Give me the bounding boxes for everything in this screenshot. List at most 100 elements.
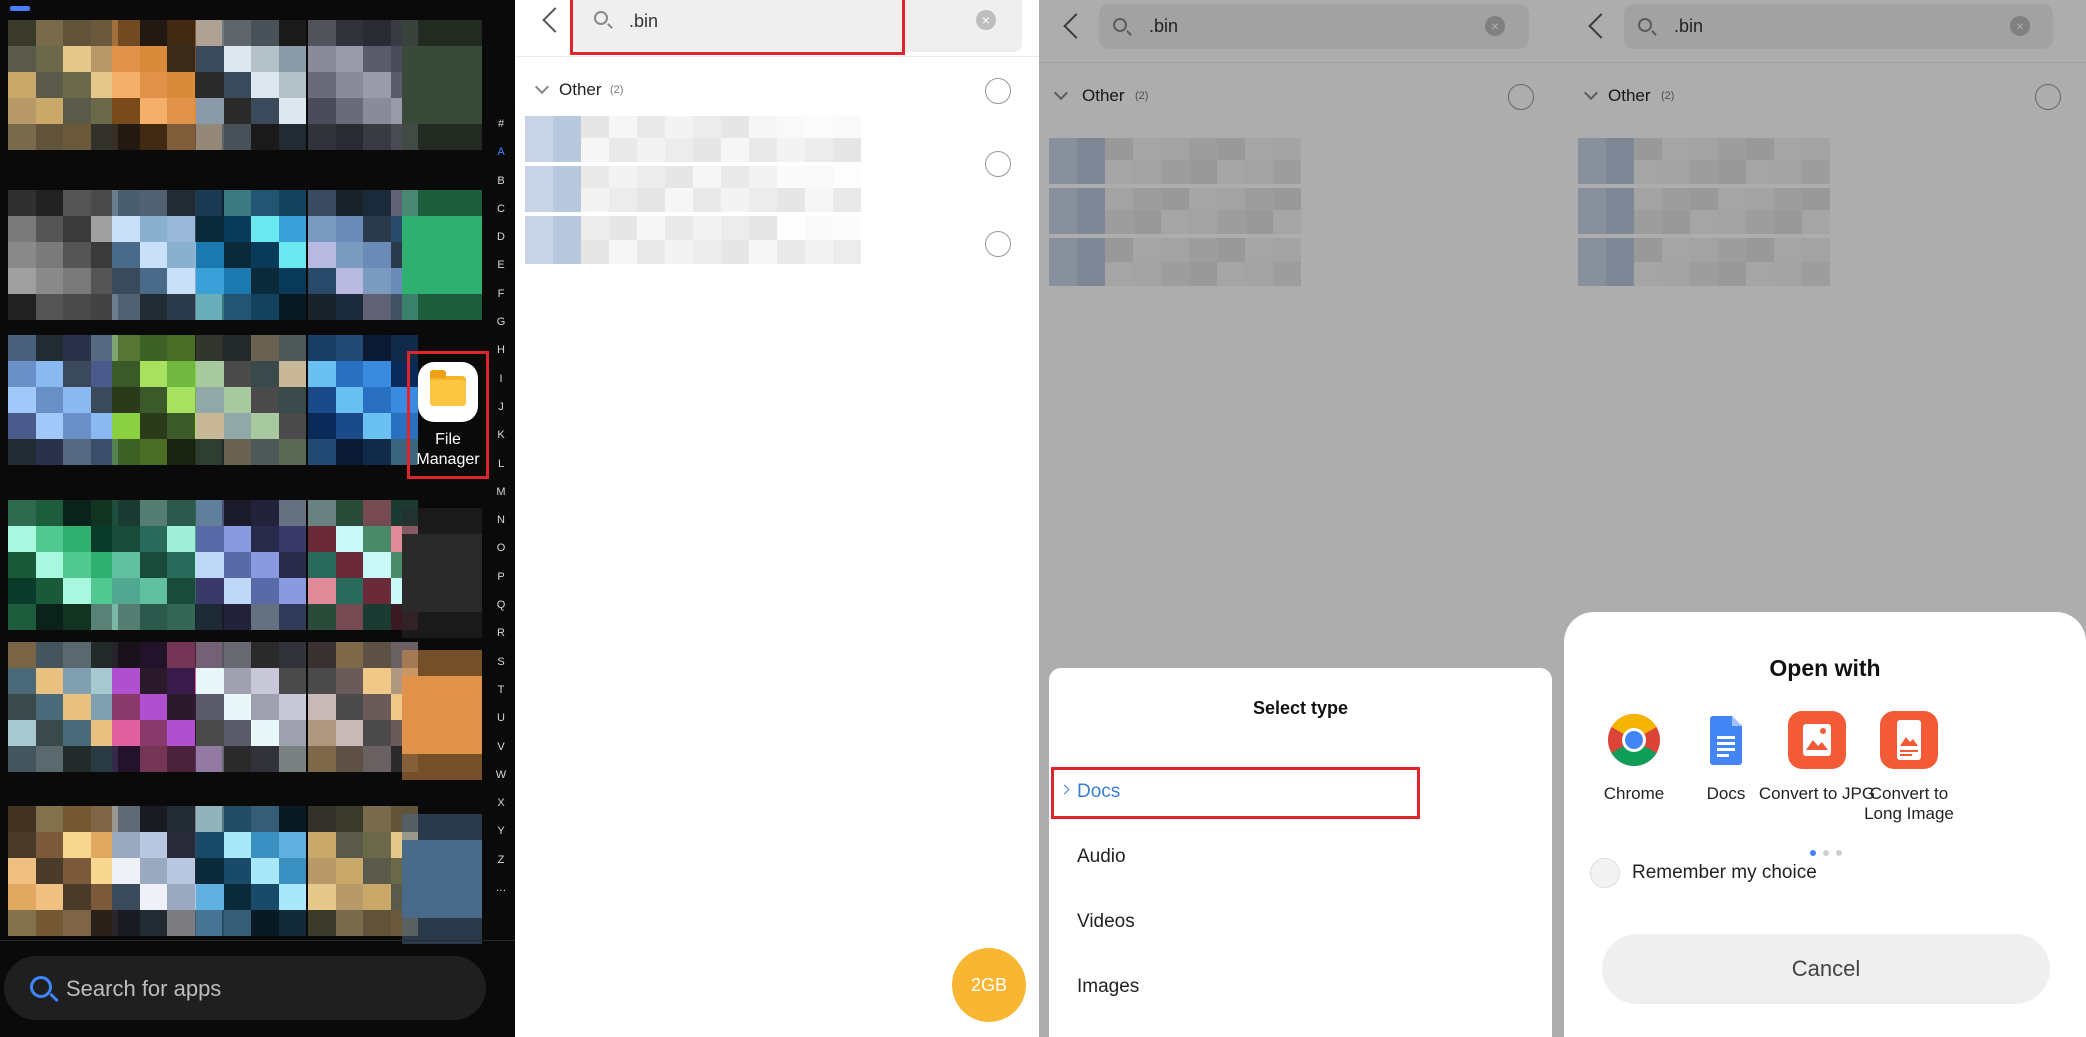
alphabet-letter[interactable]: U bbox=[493, 704, 509, 732]
remember-choice-checkbox[interactable] bbox=[1590, 858, 1620, 888]
app-search-bar[interactable]: Search for apps bbox=[4, 956, 486, 1020]
group-name: Other bbox=[559, 80, 602, 99]
page-dot bbox=[1836, 850, 1842, 856]
type-option-docs[interactable]: Docs bbox=[1077, 781, 1120, 803]
alphabet-letter[interactable]: G bbox=[493, 308, 509, 336]
file-row-blur bbox=[525, 216, 553, 240]
clear-search-icon[interactable]: × bbox=[976, 10, 996, 30]
app-icon[interactable] bbox=[196, 642, 306, 772]
chevron-down-icon[interactable] bbox=[534, 79, 550, 95]
alphabet-letter[interactable]: N bbox=[493, 506, 509, 534]
file-row-blur bbox=[749, 216, 777, 240]
divider bbox=[515, 56, 1039, 57]
file-row-blur bbox=[749, 138, 777, 162]
app-icon[interactable] bbox=[402, 190, 482, 320]
app-icon[interactable] bbox=[196, 500, 306, 630]
launcher-panel: File Manager # A B C D E F G H I J K L M N O P Q R S T U V W X Y Z… bbox=[0, 0, 515, 1037]
file-row-blur bbox=[665, 116, 693, 140]
back-arrow-icon[interactable] bbox=[542, 7, 568, 33]
sheet-title: Open with bbox=[1769, 655, 1881, 681]
remember-choice-label[interactable]: Remember my choice bbox=[1632, 862, 1817, 884]
alphabet-letter[interactable]: H bbox=[493, 336, 509, 364]
alphabet-letter[interactable]: E bbox=[493, 251, 509, 279]
file-row-blur bbox=[749, 240, 777, 264]
alphabet-letter[interactable]: L bbox=[493, 450, 509, 478]
type-option-videos[interactable]: Videos bbox=[1077, 911, 1135, 933]
alphabet-letter[interactable]: Y bbox=[493, 817, 509, 845]
group-count: (2) bbox=[610, 84, 624, 96]
app-label-convert-long-image[interactable]: Convert to Long Image bbox=[1849, 784, 1969, 824]
app-icon[interactable] bbox=[8, 642, 118, 772]
alphabet-letter[interactable]: … bbox=[493, 874, 509, 902]
alphabet-letter[interactable]: T bbox=[493, 676, 509, 704]
google-docs-icon[interactable] bbox=[1696, 710, 1756, 770]
app-icon[interactable] bbox=[308, 335, 418, 465]
alphabet-letter[interactable]: # bbox=[493, 110, 509, 138]
alphabet-letter[interactable]: O bbox=[493, 534, 509, 562]
select-file-radio[interactable] bbox=[985, 151, 1011, 177]
select-file-radio[interactable] bbox=[985, 231, 1011, 257]
storage-badge[interactable]: 2GB bbox=[952, 948, 1026, 1022]
app-icon[interactable] bbox=[402, 650, 482, 780]
chrome-icon[interactable] bbox=[1604, 710, 1664, 770]
search-icon bbox=[30, 976, 52, 998]
app-icon[interactable] bbox=[402, 508, 482, 638]
file-row-blur bbox=[553, 166, 581, 190]
file-row-blur bbox=[805, 188, 833, 212]
select-type-sheet: Select type Docs Audio Videos Images bbox=[1049, 668, 1552, 1037]
alphabet-letter[interactable]: I bbox=[493, 365, 509, 393]
alphabet-letter[interactable]: W bbox=[493, 761, 509, 789]
app-icon[interactable] bbox=[196, 20, 306, 150]
file-row-blur bbox=[693, 240, 721, 264]
file-manager-app[interactable]: File Manager bbox=[407, 351, 489, 479]
alphabet-letter[interactable]: R bbox=[493, 619, 509, 647]
type-option-audio[interactable]: Audio bbox=[1077, 846, 1126, 868]
cancel-button[interactable]: Cancel bbox=[1602, 934, 2050, 1004]
app-icon[interactable] bbox=[8, 500, 118, 630]
select-group-radio[interactable] bbox=[985, 78, 1011, 104]
file-row-blur bbox=[805, 166, 833, 190]
file-row-blur bbox=[777, 188, 805, 212]
alphabet-letter[interactable]: Q bbox=[493, 591, 509, 619]
alphabet-letter[interactable]: S bbox=[493, 648, 509, 676]
file-row-blur bbox=[721, 188, 749, 212]
app-icon[interactable] bbox=[196, 806, 306, 936]
file-row-blur bbox=[777, 216, 805, 240]
file-row-blur bbox=[553, 116, 581, 140]
file-row-blur bbox=[721, 240, 749, 264]
file-row-blur bbox=[777, 166, 805, 190]
app-icon[interactable] bbox=[8, 20, 118, 150]
alphabet-letter[interactable]: M bbox=[493, 478, 509, 506]
app-icon[interactable] bbox=[196, 190, 306, 320]
file-row-blur bbox=[553, 240, 581, 264]
open-with-sheet: Open with Chrome Docs Convert to JPG Con… bbox=[1564, 612, 2086, 1037]
search-results-panel: .bin × Other (2) 2GB bbox=[515, 0, 1039, 1037]
app-icon[interactable] bbox=[8, 190, 118, 320]
alphabet-index[interactable]: # A B C D E F G H I J K L M N O P Q R S T U V W X Y Z… bbox=[493, 110, 509, 902]
app-icon[interactable] bbox=[402, 814, 482, 944]
alphabet-letter[interactable]: V bbox=[493, 733, 509, 761]
sheet-title: Select type bbox=[1252, 698, 1349, 718]
alphabet-letter[interactable]: B bbox=[493, 167, 509, 195]
alphabet-letter[interactable]: F bbox=[493, 280, 509, 308]
alphabet-letter[interactable]: K bbox=[493, 421, 509, 449]
file-row-blur bbox=[665, 240, 693, 264]
alphabet-letter[interactable]: C bbox=[493, 195, 509, 223]
app-icon[interactable] bbox=[196, 335, 306, 465]
type-option-images[interactable]: Images bbox=[1077, 976, 1139, 998]
file-row-blur bbox=[833, 138, 861, 162]
alphabet-letter[interactable]: A bbox=[493, 138, 509, 166]
alphabet-letter[interactable]: Z bbox=[493, 846, 509, 874]
app-icon[interactable] bbox=[402, 20, 482, 150]
image-convert-icon[interactable] bbox=[1787, 710, 1847, 770]
alphabet-letter[interactable]: D bbox=[493, 223, 509, 251]
file-row-blur bbox=[693, 166, 721, 190]
app-icon[interactable] bbox=[8, 806, 118, 936]
file-row-blur bbox=[805, 240, 833, 264]
alphabet-letter[interactable]: X bbox=[493, 789, 509, 817]
file-row-blur bbox=[665, 166, 693, 190]
alphabet-letter[interactable]: P bbox=[493, 563, 509, 591]
long-image-icon[interactable] bbox=[1879, 710, 1939, 770]
alphabet-letter[interactable]: J bbox=[493, 393, 509, 421]
app-icon[interactable] bbox=[8, 335, 118, 465]
